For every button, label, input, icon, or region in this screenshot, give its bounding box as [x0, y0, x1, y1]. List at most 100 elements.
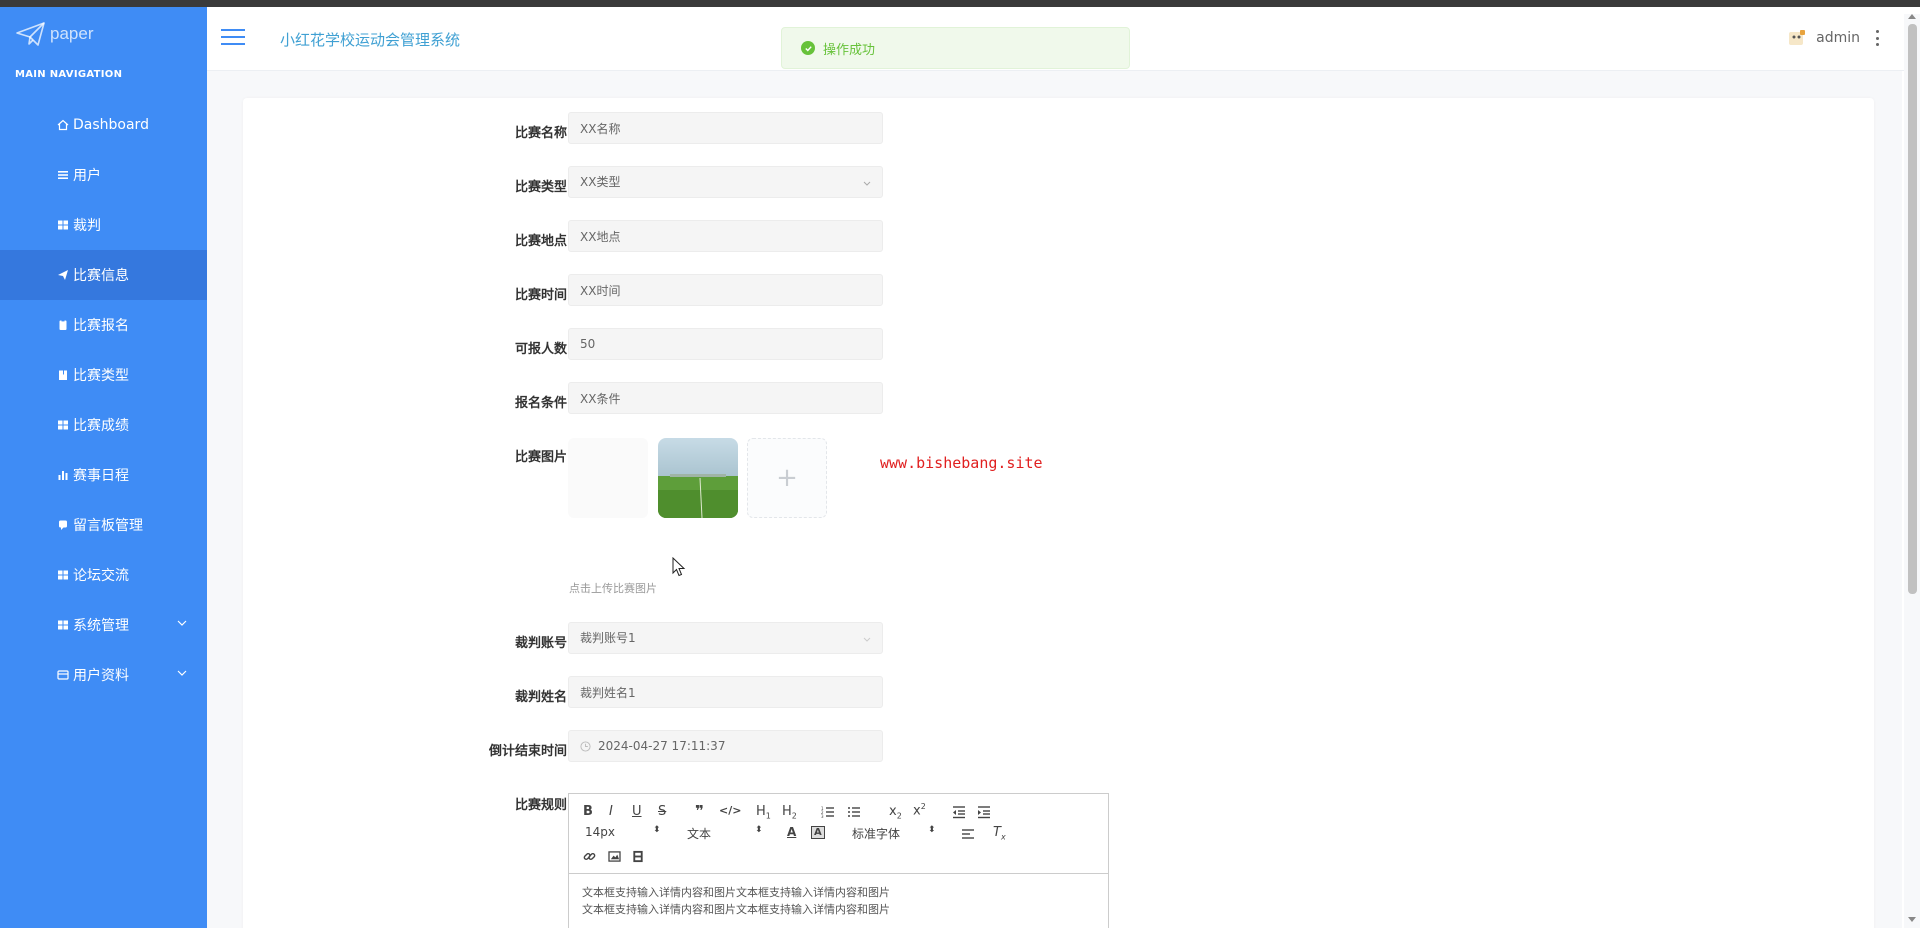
sidebar-item-dashboard[interactable]: Dashboard: [0, 100, 207, 150]
field-image-icon: [658, 438, 738, 518]
editor-line: 文本框支持输入详情内容和图片文本框支持输入详情内容和图片: [582, 903, 890, 916]
scroll-up-arrow-icon[interactable]: [1908, 14, 1916, 19]
referee-name-input[interactable]: [568, 676, 883, 708]
home-icon: [57, 119, 69, 131]
chevron-down-icon: [177, 670, 187, 676]
bold-icon[interactable]: B: [583, 804, 593, 819]
updown-icon: ⬍: [755, 825, 763, 835]
sidebar-item-label: Dashboard: [73, 117, 149, 133]
rules-label: 比赛规则: [514, 798, 567, 813]
image-upload-button[interactable]: +: [747, 438, 827, 518]
countdown-label: 倒计结束时间: [488, 744, 567, 759]
sidebar-item-message-board[interactable]: 留言板管理: [0, 500, 207, 550]
name-label: 比赛名称: [514, 126, 567, 141]
book-icon: [57, 369, 69, 381]
strikethrough-icon[interactable]: S: [658, 804, 666, 819]
capacity-input[interactable]: [568, 328, 883, 360]
underline-icon[interactable]: U: [632, 804, 642, 819]
capacity-label: 可报人数: [514, 342, 567, 357]
top-header: 小红花学校运动会管理系统 操作成功 admin: [207, 7, 1920, 71]
referee-account-label: 裁判账号: [514, 636, 567, 651]
clock-icon: [580, 741, 591, 752]
indent-icon[interactable]: [977, 805, 991, 819]
clear-format-icon[interactable]: Tx: [993, 825, 1006, 842]
link-icon[interactable]: [583, 850, 596, 863]
heading2-icon[interactable]: H2: [782, 804, 797, 821]
name-input[interactable]: [568, 112, 883, 144]
success-toast: 操作成功: [781, 27, 1130, 69]
paper-plane-logo-icon: [16, 22, 45, 46]
text-type-select[interactable]: 文本 ⬍: [687, 825, 767, 842]
sidebar-item-label: 用户: [73, 168, 101, 184]
font-size-value: 14px: [585, 825, 615, 839]
sidebar-item-schedule[interactable]: 赛事日程: [0, 450, 207, 500]
watermark-text: www.bishebang.site: [880, 454, 1043, 472]
image-icon[interactable]: [608, 851, 621, 862]
outdent-icon[interactable]: [952, 805, 966, 819]
sidebar-item-label: 裁判: [73, 218, 101, 234]
subscript-icon[interactable]: x2: [889, 804, 902, 821]
background-color-icon[interactable]: A: [811, 826, 825, 839]
sidebar-item-label: 比赛成绩: [73, 418, 129, 434]
sidebar-item-system-management[interactable]: 系统管理: [0, 600, 207, 650]
scrollbar-thumb[interactable]: [1908, 24, 1917, 594]
sidebar-item-competition-info[interactable]: 比赛信息: [0, 250, 237, 300]
image-label: 比赛图片: [514, 450, 567, 465]
sidebar-item-forum[interactable]: 论坛交流: [0, 550, 207, 600]
condition-input[interactable]: [568, 382, 883, 414]
italic-icon[interactable]: I: [609, 804, 613, 819]
uploaded-image-thumbnail[interactable]: [658, 438, 738, 518]
font-family-value: 标准字体: [852, 827, 901, 841]
sidebar-item-competition-type[interactable]: 比赛类型: [0, 350, 207, 400]
browser-top-strip: [0, 0, 1920, 7]
referee-account-select[interactable]: 裁判账号1: [568, 622, 883, 654]
font-color-icon[interactable]: A: [787, 825, 796, 839]
location-input[interactable]: [568, 220, 883, 252]
sidebar-item-users[interactable]: 用户: [0, 150, 207, 200]
type-select[interactable]: XX类型: [568, 166, 883, 198]
page-scrollbar[interactable]: [1904, 14, 1920, 928]
type-select-value: XX类型: [580, 175, 621, 189]
nav-section-title: MAIN NAVIGATION: [15, 69, 123, 80]
check-circle-icon: [801, 41, 815, 55]
rich-text-editor[interactable]: B I U S ❞ </> H1 H2 123 x2 x2 14px ⬍ 文本 …: [568, 793, 1109, 928]
user-menu[interactable]: admin: [1788, 29, 1880, 47]
grid-icon: [57, 569, 69, 581]
video-icon[interactable]: [632, 850, 644, 863]
avatar: [1789, 30, 1806, 45]
plus-icon: +: [776, 463, 798, 493]
location-label: 比赛地点: [514, 234, 567, 249]
editor-line: 文本框支持输入详情内容和图片文本框支持输入详情内容和图片: [582, 886, 890, 899]
superscript-icon[interactable]: x2: [913, 802, 926, 818]
sidebar-item-results[interactable]: 比赛成绩: [0, 400, 207, 450]
grid-icon: [57, 619, 69, 631]
align-icon[interactable]: [961, 828, 975, 840]
grid-icon: [57, 219, 69, 231]
font-family-select[interactable]: 标准字体 ⬍: [852, 825, 937, 842]
chevron-down-icon: [863, 181, 871, 186]
blockquote-icon[interactable]: ❞: [695, 802, 704, 820]
sidebar-item-label: 系统管理: [73, 618, 129, 634]
countdown-value: 2024-04-27 17:11:37: [598, 739, 726, 753]
more-vertical-icon[interactable]: [1876, 30, 1880, 46]
heading1-icon[interactable]: H1: [756, 804, 771, 821]
ordered-list-icon[interactable]: 123: [821, 805, 835, 819]
sidebar-item-user-profile[interactable]: 用户资料: [0, 650, 207, 700]
mouse-cursor-icon: [672, 557, 686, 577]
countdown-datetime-picker[interactable]: 2024-04-27 17:11:37: [568, 730, 883, 762]
sidebar-item-label: 论坛交流: [73, 568, 129, 584]
image-thumb-placeholder[interactable]: [568, 438, 648, 518]
bullet-list-icon[interactable]: [847, 805, 861, 819]
sidebar-item-registration[interactable]: 比赛报名: [0, 300, 207, 350]
code-block-icon[interactable]: </>: [719, 804, 741, 817]
time-input[interactable]: [568, 274, 883, 306]
sidebar-item-label: 留言板管理: [73, 518, 143, 534]
logo-text: paper: [50, 24, 94, 43]
scroll-down-arrow-icon[interactable]: [1908, 917, 1916, 922]
editor-content[interactable]: 文本框支持输入详情内容和图片文本框支持输入详情内容和图片 文本框支持输入详情内容…: [582, 884, 890, 918]
font-size-select[interactable]: 14px ⬍: [585, 825, 665, 839]
menu-toggle-icon[interactable]: [221, 29, 245, 47]
sidebar-nav: Dashboard 用户 裁判 比赛信息 比赛报名 比赛类型 比赛成绩 赛事日程…: [0, 100, 237, 700]
sidebar-item-referee[interactable]: 裁判: [0, 200, 207, 250]
condition-label: 报名条件: [514, 396, 567, 411]
